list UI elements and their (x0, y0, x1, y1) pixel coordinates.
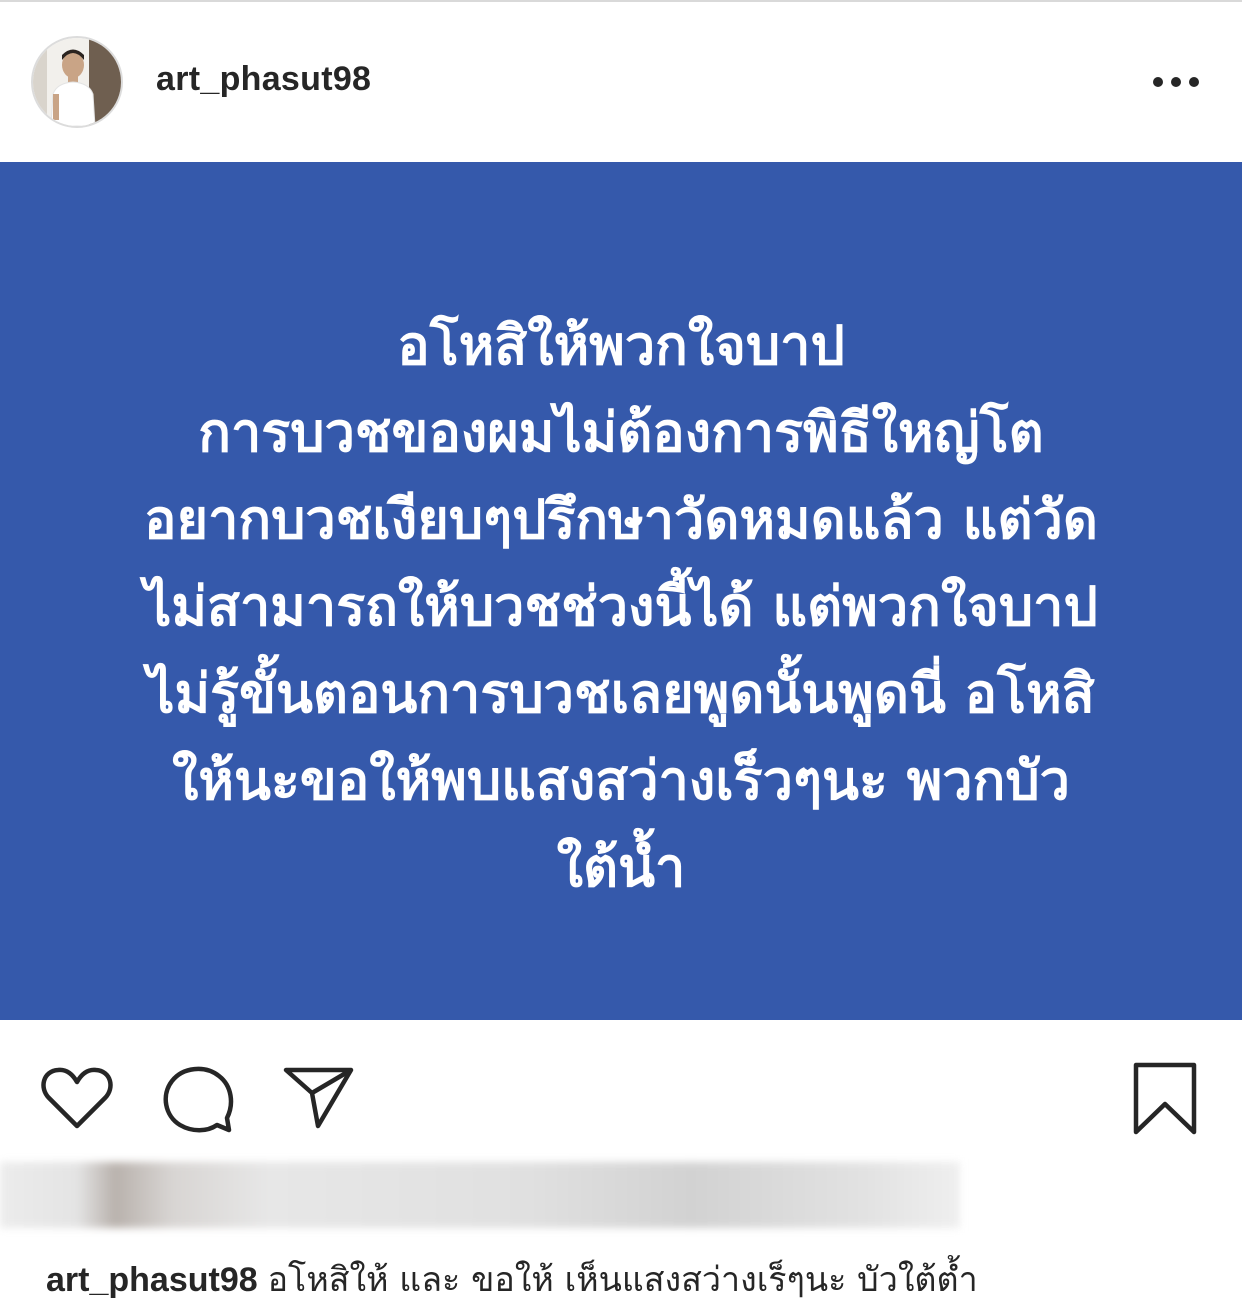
caption-username[interactable]: art_phasut98 (46, 1261, 258, 1299)
more-options-button[interactable] (1146, 64, 1206, 100)
comment-icon (163, 1066, 234, 1133)
caption: art_phasut98 อโหสิให้ และ ขอให้ เห็นแสงสว… (46, 1252, 978, 1303)
post-header: art_phasut98 (0, 2, 1242, 162)
comment-button[interactable] (163, 1066, 235, 1139)
instagram-post: art_phasut98 อโหสิให้พวกใจบาป การบวชของผ… (0, 0, 1242, 1303)
caption-text: อโหสิให้ และ ขอให้ เห็นแสงสว่างเร็ๆนะ บั… (267, 1260, 978, 1300)
post-text-line: ให้นะขอให้พบแสงสว่างเร็วๆนะ พวกบัว (172, 749, 1070, 812)
user-avatar-icon (33, 38, 121, 126)
post-text-line: ใต้น้ำ (556, 836, 686, 899)
post-text-line: อยากบวชเงียบๆปรึกษาวัดหมดแล้ว แต่วัด (144, 488, 1098, 551)
header-username[interactable]: art_phasut98 (156, 60, 371, 99)
action-bar (0, 1020, 1242, 1162)
likes-row-blurred (0, 1162, 960, 1228)
post-text-line: การบวชของผมไม่ต้องการพิธีใหญ่โต (198, 401, 1044, 464)
post-text-line: อโหสิให้พวกใจบาป (397, 314, 845, 377)
post-text-line: ไม่สามารถให้บวชช่วงนี้ได้ แต่พวกใจบาป (144, 575, 1098, 638)
like-button[interactable] (40, 1066, 114, 1135)
more-horizontal-icon (1153, 77, 1199, 87)
send-icon (283, 1067, 354, 1129)
save-button[interactable] (1132, 1062, 1198, 1141)
share-button[interactable] (283, 1066, 355, 1135)
heart-icon (41, 1067, 113, 1129)
post-image[interactable]: อโหสิให้พวกใจบาป การบวชของผมไม่ต้องการพิ… (0, 162, 1242, 1020)
bookmark-icon (1133, 1062, 1197, 1135)
avatar[interactable] (31, 36, 123, 128)
post-text-line: ไม่รู้ขั้นตอนการบวชเลยพูดนั้นพูดนี่ อโหส… (147, 662, 1095, 725)
